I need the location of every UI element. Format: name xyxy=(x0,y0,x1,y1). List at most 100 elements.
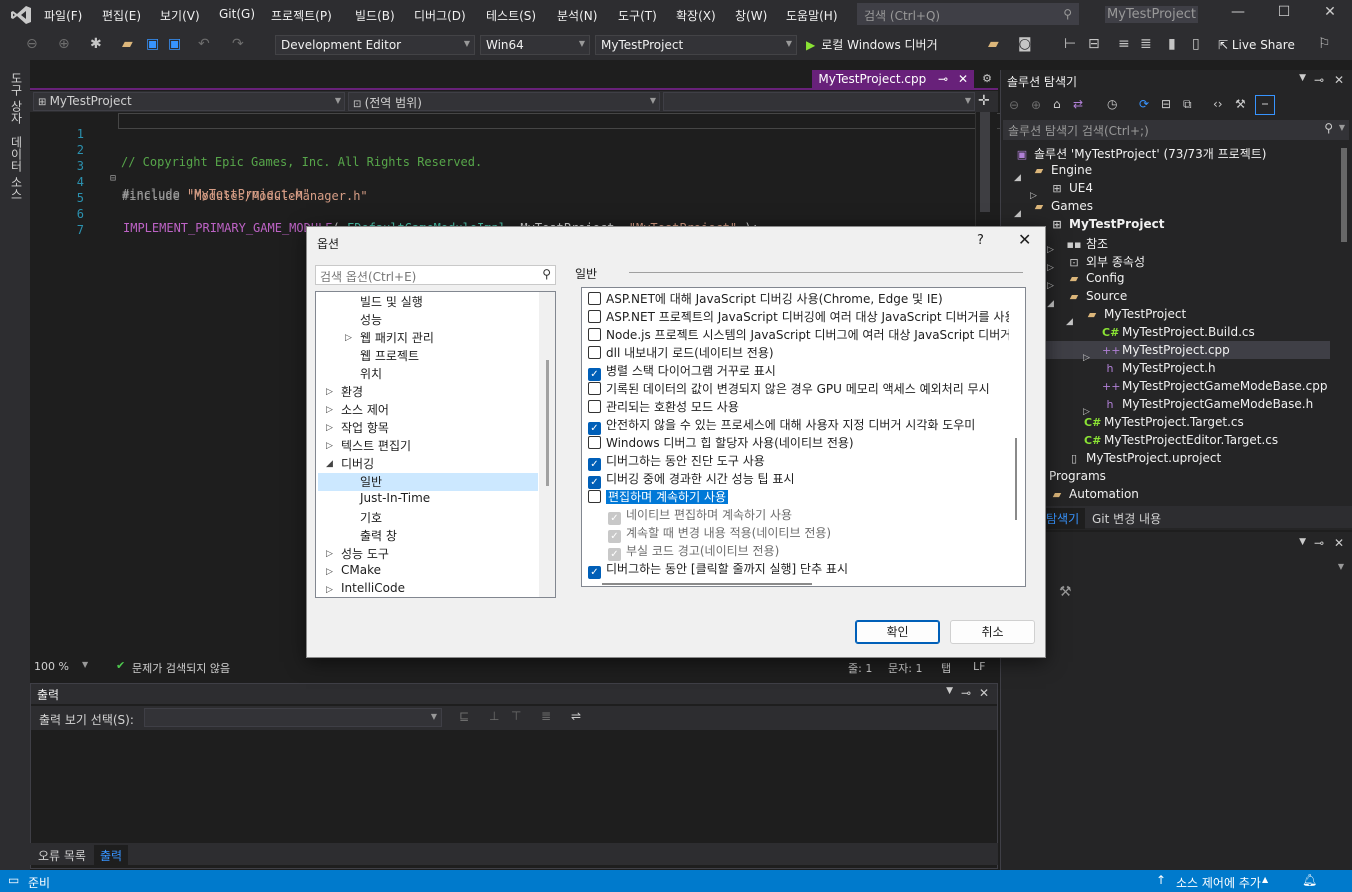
option-checkbox[interactable]: 기록된 데이터의 값이 변경되지 않은 경우 GPU 메모리 액세스 예외처리 … xyxy=(588,380,990,398)
expanded-arrow-icon[interactable]: ◢ xyxy=(1014,173,1021,183)
gear-icon[interactable]: ⚙ xyxy=(982,72,992,85)
menu-file[interactable]: 파일(F) xyxy=(44,7,82,24)
close-icon[interactable]: ✕ xyxy=(1334,536,1344,550)
collapsed-arrow-icon[interactable]: ▷ xyxy=(326,387,333,397)
property-pages-icon[interactable]: ⚒ xyxy=(1059,584,1072,600)
pin-icon[interactable]: ⊸ xyxy=(938,72,948,86)
tree-item-gamemodebase-cpp[interactable]: ++ MyTestProjectGameModeBase.cpp xyxy=(1102,379,1327,397)
tree-item-source[interactable]: ▰ Source xyxy=(1066,289,1127,307)
startup-project-select[interactable]: MyTestProject ▼ xyxy=(595,35,797,55)
solution-search-input[interactable]: 솔루션 탐색기 검색(Ctrl+;) ⚲ ▼ xyxy=(1003,120,1349,140)
collapse-icon[interactable]: ⊟ xyxy=(110,173,116,184)
cancel-button[interactable]: 취소 xyxy=(950,620,1035,644)
close-dialog-icon[interactable]: ✕ xyxy=(1018,230,1031,249)
scroll-thumb[interactable] xyxy=(1341,148,1347,242)
tree-node-text-editor[interactable]: 텍스트 편집기 xyxy=(341,437,411,454)
tree-node-build-run[interactable]: 빌드 및 실행 xyxy=(360,293,423,310)
tree-item-build-cs[interactable]: C# MyTestProject.Build.cs xyxy=(1102,325,1255,343)
step-tool-icon[interactable]: ⊟ xyxy=(1088,36,1100,52)
live-share-button[interactable]: ⇱ Live Share xyxy=(1218,38,1295,52)
next-message-icon[interactable]: ⊤ xyxy=(511,709,521,723)
toolbox-tab[interactable]: 도구 상자 xyxy=(8,72,25,124)
expanded-arrow-icon[interactable]: ◢ xyxy=(1047,299,1054,309)
tree-item-references[interactable]: ▪▪ 참조 xyxy=(1066,235,1109,253)
forward-icon[interactable]: ⊕ xyxy=(1031,98,1041,112)
chevron-up-icon[interactable]: ▲ xyxy=(1262,875,1268,884)
minimize-icon[interactable]: — xyxy=(1226,4,1250,24)
close-icon[interactable]: ✕ xyxy=(1334,73,1344,87)
tab-output[interactable]: 출력 xyxy=(94,845,129,866)
tree-node-location[interactable]: 위치 xyxy=(360,365,382,382)
find-message-icon[interactable]: ⊑ xyxy=(459,709,469,723)
tree-item-external-deps[interactable]: ⊡ 외부 종속성 xyxy=(1066,253,1145,271)
tree-node-debugging[interactable]: 디버깅 xyxy=(341,455,374,472)
tree-item-solution[interactable]: ▣ 솔루션 'MyTestProject' (73/73개 프로젝트) xyxy=(1014,145,1267,163)
feedback-icon[interactable]: ⚐ xyxy=(1318,36,1331,52)
tree-item-gamemodebase-h[interactable]: h MyTestProjectGameModeBase.h xyxy=(1102,397,1314,415)
checkbox-unchecked[interactable] xyxy=(588,400,601,413)
tree-node-performance[interactable]: 성능 xyxy=(360,311,382,328)
preview-icon[interactable]: ⎯ xyxy=(1255,95,1275,115)
platform-select[interactable]: Win64 ▼ xyxy=(480,35,590,55)
split-editor-icon[interactable]: ✛ xyxy=(978,93,990,109)
help-button[interactable]: ? xyxy=(977,233,984,248)
tree-item-programs[interactable]: Programs xyxy=(1049,469,1106,487)
tree-node-perf-tools[interactable]: 성능 도구 xyxy=(341,545,389,562)
bookmark-icon[interactable]: ▮ xyxy=(1168,36,1176,52)
tree-item-engine[interactable]: ▰ Engine xyxy=(1031,163,1092,181)
option-checkbox[interactable]: ✓ 디버그하는 동안 진단 도구 사용 xyxy=(588,452,765,471)
collapsed-arrow-icon[interactable]: ▷ xyxy=(326,549,333,559)
format-icon[interactable]: ≡ xyxy=(1118,36,1130,52)
solution-scrollbar[interactable] xyxy=(1340,148,1348,498)
home-icon[interactable]: ⌂ xyxy=(1053,97,1061,111)
options-scrollbar[interactable] xyxy=(1009,288,1025,586)
checkbox-unchecked[interactable] xyxy=(588,328,601,341)
menu-analyze[interactable]: 분석(N) xyxy=(557,7,597,24)
breakpoint-tool-icon[interactable]: ⊢ xyxy=(1064,36,1076,52)
expanded-arrow-icon[interactable]: ◢ xyxy=(1014,209,1021,219)
show-all-files-icon[interactable]: ⧉ xyxy=(1183,97,1192,112)
collapse-all-icon[interactable]: ⊟ xyxy=(1161,97,1171,111)
collapsed-arrow-icon[interactable]: ▷ xyxy=(326,441,333,451)
tree-item-ue4[interactable]: ⊞ UE4 xyxy=(1049,181,1093,199)
dropdown-icon[interactable]: ▼ xyxy=(1299,73,1306,83)
output-source-select[interactable]: ▼ xyxy=(144,708,442,727)
forward-icon[interactable]: ⊕ xyxy=(58,36,70,52)
chevron-down-icon[interactable]: ▼ xyxy=(82,660,88,669)
open-folder-icon[interactable]: ▰ xyxy=(122,36,133,52)
previous-message-icon[interactable]: ⊥ xyxy=(489,709,499,723)
tab-git-changes[interactable]: Git 변경 내용 xyxy=(1086,508,1167,529)
close-tab-icon[interactable]: ✕ xyxy=(958,72,968,86)
tree-item-mytestproject-h[interactable]: h MyTestProject.h xyxy=(1102,361,1216,379)
menu-extensions[interactable]: 확장(X) xyxy=(676,7,716,24)
option-checkbox[interactable]: ✓ 안전하지 않을 수 있는 프로세스에 대해 사용자 지정 디버거 시각화 도우… xyxy=(588,416,975,435)
tree-item-games[interactable]: ▰ Games xyxy=(1031,199,1093,217)
pin-icon[interactable]: ⊸ xyxy=(961,686,971,700)
collapsed-arrow-icon[interactable]: ▷ xyxy=(1047,245,1054,255)
option-checkbox[interactable]: Node.js 프로젝트 시스템의 JavaScript 디버그에 여러 대상 … xyxy=(588,326,1011,344)
option-checkbox[interactable]: ASP.NET에 대해 JavaScript 디버깅 사용(Chrome, Ed… xyxy=(588,290,943,308)
switch-views-icon[interactable]: ⇄ xyxy=(1073,97,1083,111)
option-checkbox[interactable]: ✓ 디버깅 중에 경과한 시간 성능 팁 표시 xyxy=(588,470,795,489)
start-debugging-button[interactable]: ▶ 로컬 Windows 디버거 xyxy=(806,36,938,53)
tree-node-source-control[interactable]: 소스 제어 xyxy=(341,401,389,418)
scroll-thumb[interactable] xyxy=(980,112,990,212)
dropdown-icon[interactable]: ▼ xyxy=(946,686,953,696)
screenshot-icon[interactable]: ◙ xyxy=(1018,36,1032,52)
tab-mytestproject-cpp[interactable]: MyTestProject.cpp ⊸ ✕ xyxy=(812,70,974,90)
menu-git[interactable]: Git(G) xyxy=(219,7,255,21)
option-checkbox[interactable]: dll 내보내기 로드(네이티브 전용) xyxy=(588,344,774,362)
tab-error-list[interactable]: 오류 목록 xyxy=(32,845,92,866)
option-checkbox[interactable]: 관리되는 호환성 모드 사용 xyxy=(588,398,739,416)
option-checkbox[interactable]: ✓ 병렬 스택 다이어그램 거꾸로 표시 xyxy=(588,362,776,381)
checkbox-checked[interactable]: ✓ xyxy=(588,566,601,579)
checkbox-unchecked[interactable] xyxy=(588,346,601,359)
pending-changes-filter-icon[interactable]: ◷ xyxy=(1107,97,1117,111)
tab-solution-explorer[interactable]: 탐색기 xyxy=(1040,508,1086,529)
option-checkbox[interactable]: ✓ 디버그하는 동안 [클릭할 줄까지 실행] 단추 표시 xyxy=(588,560,848,579)
tree-item-editor-target-cs[interactable]: C# MyTestProjectEditor.Target.cs xyxy=(1084,433,1278,451)
save-all-icon[interactable]: ▣ xyxy=(168,36,181,52)
clear-all-icon[interactable]: ≣ xyxy=(541,709,551,723)
zoom-level[interactable]: 100 % xyxy=(34,660,69,673)
member-nav-select[interactable]: ▼ xyxy=(663,92,975,111)
